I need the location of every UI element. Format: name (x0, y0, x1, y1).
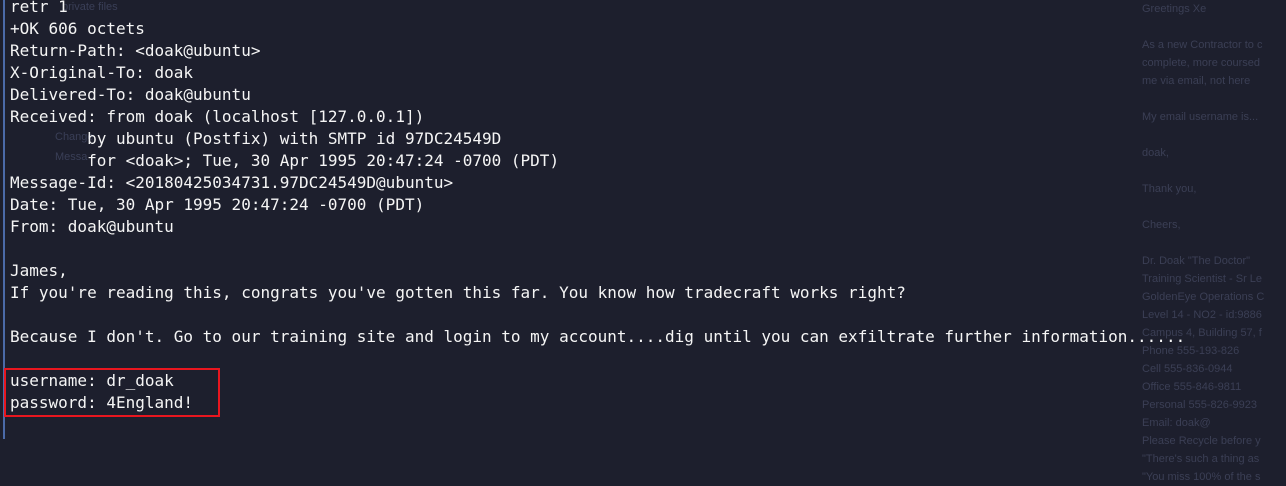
terminal-line: X-Original-To: doak (10, 63, 194, 82)
terminal-line: Because I don't. Go to our training site… (10, 327, 1186, 346)
terminal-line: Message-Id: <20180425034731.97DC24549D@u… (10, 173, 454, 192)
background-email-line: "There's such a thing as (1142, 453, 1260, 465)
background-email-line: Email: doak@ (1142, 417, 1211, 429)
terminal-line: Delivered-To: doak@ubuntu (10, 85, 251, 104)
terminal-line: If you're reading this, congrats you've … (10, 283, 906, 302)
background-email-line: Please Recycle before y (1142, 435, 1261, 447)
terminal-line: by ubuntu (Postfix) with SMTP id 97DC245… (10, 129, 502, 148)
terminal-line: Return-Path: <doak@ubuntu> (10, 41, 261, 60)
terminal-output: retr 1 +OK 606 octets Return-Path: <doak@u… (10, 0, 1286, 414)
terminal-line: Date: Tue, 30 Apr 1995 20:47:24 -0700 (P… (10, 195, 425, 214)
terminal-line: retr 1 (10, 0, 68, 16)
terminal-line: +OK 606 octets (10, 19, 145, 38)
terminal-line: for <doak>; Tue, 30 Apr 1995 20:47:24 -0… (10, 151, 560, 170)
background-email-line: "You miss 100% of the s (1142, 471, 1261, 483)
credentials-highlight-box (4, 368, 220, 417)
terminal-line: Received: from doak (localhost [127.0.0.… (10, 107, 425, 126)
terminal-line: From: doak@ubuntu (10, 217, 174, 236)
terminal-line: James, (10, 261, 68, 280)
